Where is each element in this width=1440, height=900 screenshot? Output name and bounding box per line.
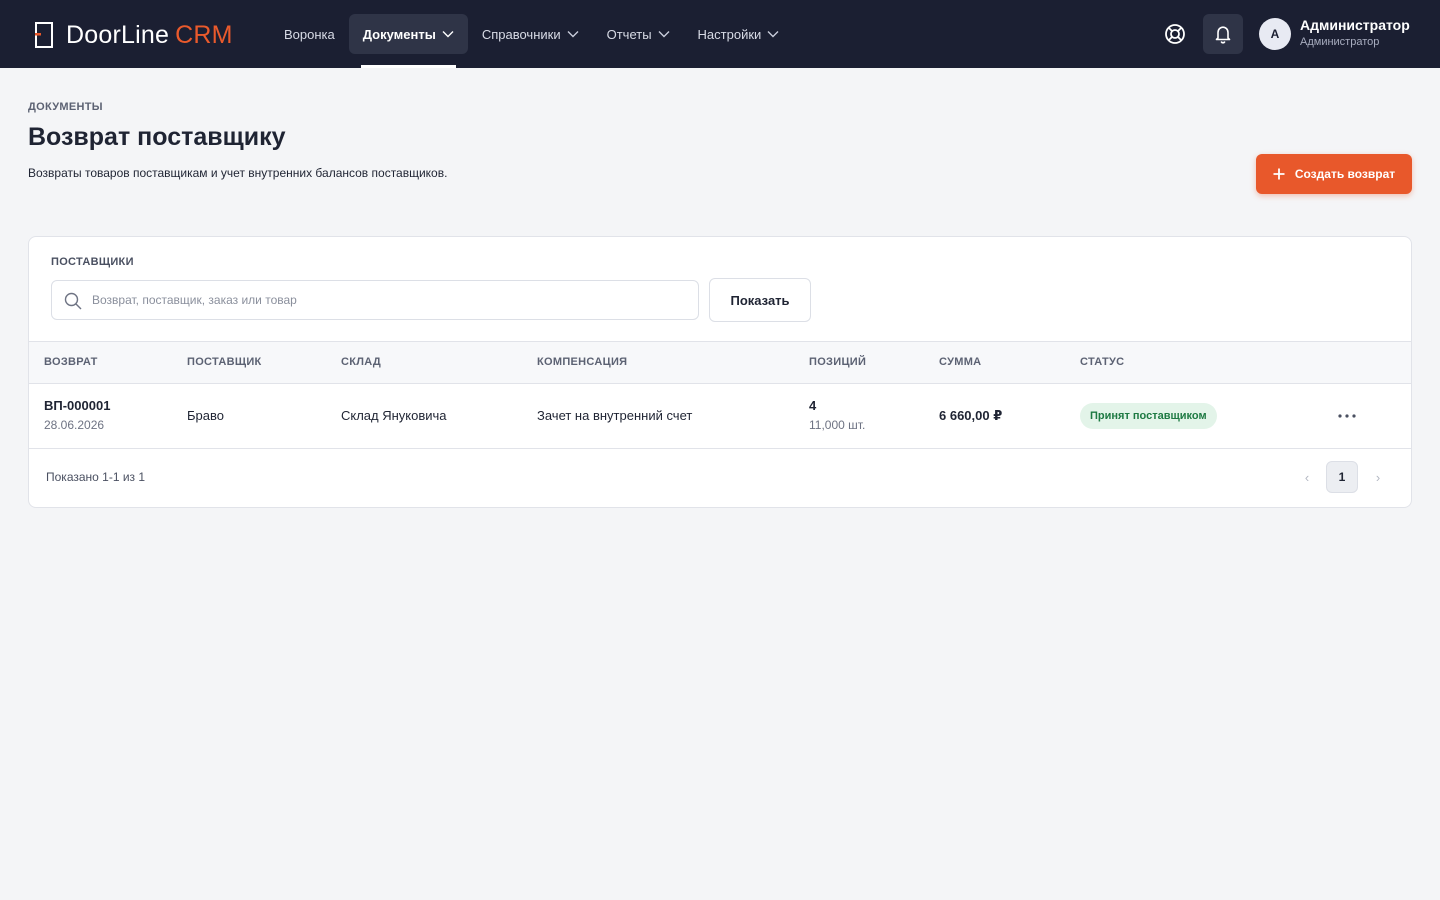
warehouse-name: Склад Януковича [341,408,447,423]
main-nav: Воронка Документы Справочники Отчеты Нас… [270,14,794,68]
user-name[interactable]: Администратор [1300,17,1410,33]
return-date: 28.06.2026 [44,418,105,432]
avatar[interactable]: А [1259,18,1291,50]
search-input[interactable] [92,281,682,319]
nav-item-reports[interactable]: Отчеты [593,14,684,54]
compensation-type: Зачет на внутренний счет [537,408,693,423]
brand-accent: CRM [175,20,233,49]
bell-icon [1215,26,1231,44]
search-box [51,280,699,320]
pagination-prev-button[interactable]: ‹ [1295,461,1319,493]
search-icon [64,292,82,310]
positions-quantity: 11,000 шт. [809,418,866,432]
return-number[interactable]: ВП-000001 [44,398,110,413]
column-header-supplier[interactable]: ПОСТАВЩИК [187,356,262,368]
nav-item-label: Документы [362,26,436,42]
chevron-down-icon [567,31,579,38]
plus-icon [1273,168,1285,180]
pagination-page-1[interactable]: 1 [1326,461,1358,493]
nav-item-documents[interactable]: Документы [348,14,468,68]
positions-count: 4 [809,398,817,413]
brand-logo[interactable]: DoorLine CRM [34,20,233,49]
help-button[interactable] [1155,14,1195,54]
column-header-warehouse[interactable]: СКЛАД [341,356,381,368]
nav-item-label: Отчеты [606,26,652,42]
nav-item-directories[interactable]: Справочники [468,14,593,54]
nav-item-funnel[interactable]: Воронка [270,14,349,54]
nav-item-settings[interactable]: Настройки [684,14,794,54]
chevron-down-icon [658,31,670,38]
status-badge: Принят поставщиком [1080,403,1217,429]
returns-card: ПОСТАВЩИКИ Показать ВОЗВРАТ ПОСТАВЩИК СК… [28,236,1412,508]
nav-item-label: Воронка [284,26,335,42]
column-header-return[interactable]: ВОЗВРАТ [44,356,98,368]
page-description: Возвраты товаров поставщикам и учет внут… [28,166,448,180]
column-header-positions[interactable]: ПОЗИЦИЙ [809,356,866,368]
column-header-compensation[interactable]: КОМПЕНСАЦИЯ [537,356,627,368]
show-button[interactable]: Показать [709,278,811,322]
filter-label: ПОСТАВЩИКИ [51,256,134,268]
column-header-amount[interactable]: СУММА [939,356,981,368]
user-role: Администратор [1300,36,1380,48]
table-header: ВОЗВРАТ ПОСТАВЩИК СКЛАД КОМПЕНСАЦИЯ ПОЗИ… [29,341,1411,384]
row-actions-button[interactable] [1331,404,1363,428]
door-logo-icon [35,22,53,48]
nav-item-label: Настройки [697,26,762,42]
pagination-summary: Показано 1-1 из 1 [46,470,146,484]
notifications-button[interactable] [1203,14,1243,54]
more-horizontal-icon [1338,414,1356,418]
breadcrumb: ДОКУМЕНТЫ [28,101,103,113]
top-navigation-bar: DoorLine CRM Воронка Документы Справочник… [0,0,1440,68]
create-return-button[interactable]: Создать возврат [1256,154,1412,194]
nav-item-label: Справочники [481,26,561,42]
chevron-down-icon [442,31,454,38]
column-header-status[interactable]: СТАТУС [1080,356,1124,368]
return-amount: 6 660,00 ₽ [939,408,1003,423]
lifebuoy-icon [1165,24,1185,44]
brand-name: DoorLine CRM [66,20,233,49]
table-row[interactable]: ВП-000001 28.06.2026 Браво Склад Янукови… [29,384,1411,449]
supplier-name: Браво [187,408,224,423]
page-title: Возврат поставщику [28,123,286,151]
pagination-next-button[interactable]: › [1366,461,1390,493]
chevron-down-icon [767,31,779,38]
create-return-label: Создать возврат [1294,167,1396,181]
